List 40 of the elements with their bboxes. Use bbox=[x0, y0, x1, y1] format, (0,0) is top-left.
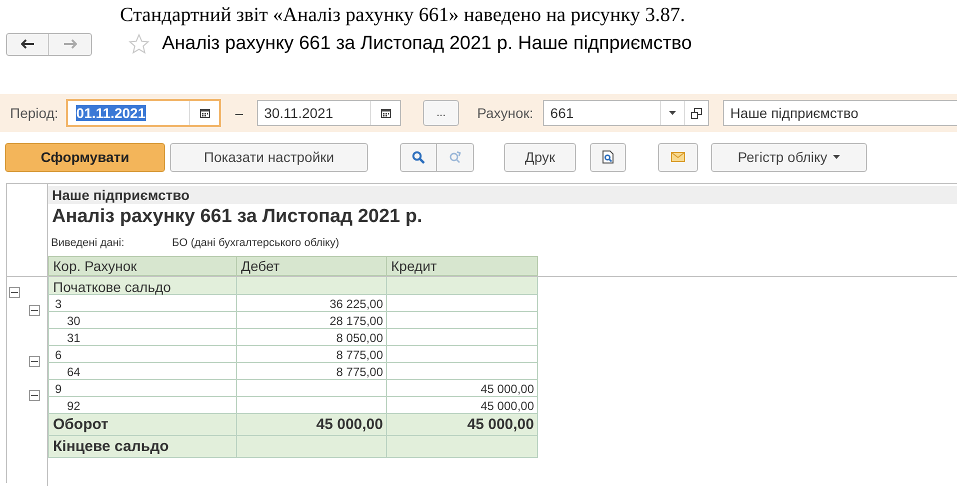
generate-button[interactable]: Сформувати bbox=[5, 142, 165, 172]
output-label: Виведені дані: bbox=[51, 236, 126, 251]
collapse-icon[interactable] bbox=[29, 390, 40, 401]
date-to-field[interactable]: 30.11.2021 bbox=[257, 100, 402, 126]
collapse-icon[interactable] bbox=[29, 356, 40, 367]
left-arrow-icon bbox=[20, 39, 34, 49]
dropdown-icon bbox=[669, 111, 676, 115]
report-title: Аналіз рахунку 661 за Листопад 2021 р. bbox=[51, 205, 424, 229]
account-label: Рахунок: bbox=[477, 104, 534, 123]
envelope-icon bbox=[671, 152, 685, 162]
organization-heading: Наше підприємство bbox=[48, 186, 957, 204]
right-arrow-icon bbox=[63, 39, 77, 49]
show-settings-button[interactable]: Показати настройки bbox=[170, 142, 368, 172]
calendar-icon bbox=[380, 108, 391, 118]
period-label: Період: bbox=[10, 104, 58, 123]
collapse-icon[interactable] bbox=[29, 305, 40, 316]
star-icon[interactable] bbox=[128, 33, 150, 55]
output-value: БО (дані бухгалтерського обліку) bbox=[172, 236, 340, 251]
document-search-icon bbox=[602, 150, 614, 164]
collapse-icon[interactable] bbox=[9, 287, 20, 298]
search-icon bbox=[412, 150, 425, 164]
register-dropdown[interactable]: Регістр обліку bbox=[711, 142, 867, 172]
search-button[interactable] bbox=[400, 142, 437, 172]
dash: – bbox=[235, 104, 244, 122]
account-cell: Кінцеве сальдо bbox=[48, 436, 237, 458]
column-header: Кор. Рахунок bbox=[48, 256, 237, 276]
column-header: Дебет bbox=[236, 256, 387, 276]
search-refresh-icon bbox=[448, 150, 462, 164]
calendar-icon bbox=[200, 108, 210, 118]
organization-field[interactable]: Наше підприємство bbox=[723, 100, 957, 126]
dropdown-icon bbox=[833, 155, 840, 159]
print-button[interactable]: Друк bbox=[504, 142, 576, 172]
account-field[interactable]: 661 bbox=[543, 100, 710, 126]
date-from-field[interactable]: 01.11.2021 bbox=[66, 99, 222, 127]
open-window-icon bbox=[691, 108, 702, 118]
caption: Стандартний звіт «Аналіз рахунку 661» наведено на рисунку 3.87. bbox=[119, 3, 686, 28]
preview-button[interactable] bbox=[590, 142, 626, 172]
more-button[interactable]: ... bbox=[423, 100, 460, 126]
window-title: Аналіз рахунку 661 за Листопад 2021 р. Наше підприємство bbox=[162, 32, 692, 56]
column-header: Кредит bbox=[386, 256, 538, 276]
